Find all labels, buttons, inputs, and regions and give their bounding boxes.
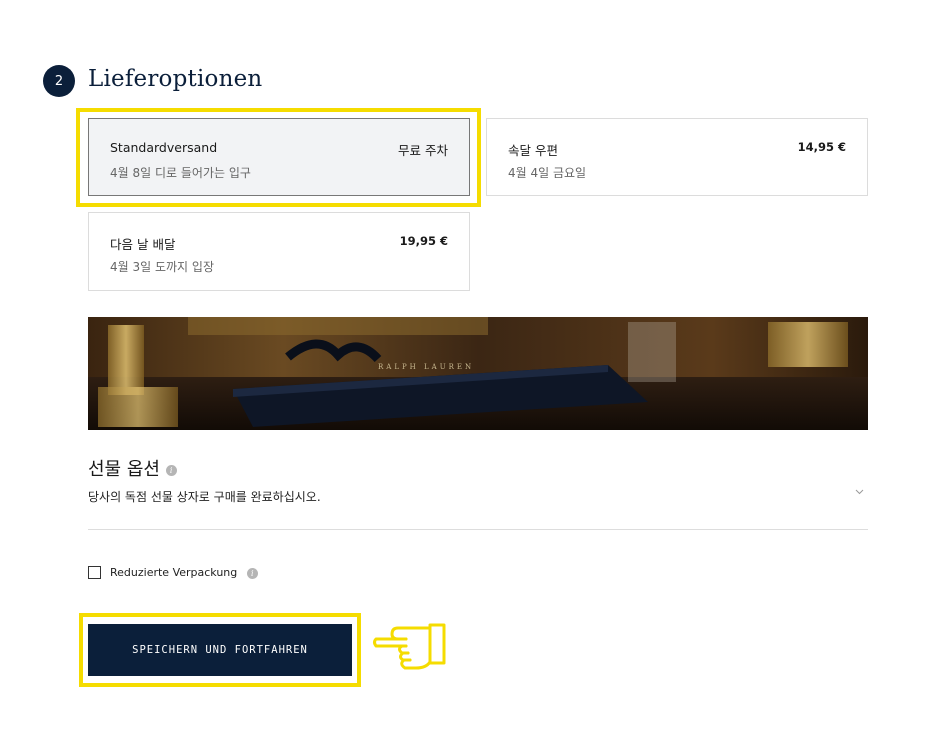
gift-options-title-text: 선물 옵션 xyxy=(88,459,160,480)
gift-options-description: 당사의 독점 선물 상자로 구매를 완료하십시오. xyxy=(88,490,321,504)
shipping-option-standard[interactable]: Standardversand 무료 주차 4월 8일 디로 들어가는 입구 xyxy=(88,118,470,196)
gift-box-banner-image: RALPH LAUREN xyxy=(88,317,868,430)
info-icon[interactable]: i xyxy=(246,567,258,579)
shipping-option-delivery-date: 4월 3일 도까지 입장 xyxy=(110,260,214,274)
shipping-option-delivery-date: 4월 4일 금요일 xyxy=(508,166,587,180)
chevron-down-icon-graphic xyxy=(855,489,864,495)
shipping-option-name: 속달 우편 xyxy=(508,143,558,158)
pointing-hand-icon xyxy=(372,622,448,678)
chevron-down-icon[interactable] xyxy=(855,484,864,498)
pointing-hand-graphic xyxy=(373,623,446,670)
reduced-packaging-label[interactable]: Reduzierte Verpackung i xyxy=(110,566,258,579)
section-title: Lieferoptionen xyxy=(88,66,263,92)
reduced-packaging-checkbox[interactable] xyxy=(88,566,101,579)
info-icon[interactable]: i xyxy=(165,464,177,476)
shipping-option-price: 무료 주차 xyxy=(398,143,448,158)
gift-box-illustration xyxy=(88,317,868,430)
shipping-option-express[interactable]: 속달 우편 14,95 € 4월 4일 금요일 xyxy=(486,118,868,196)
shipping-option-delivery-date: 4월 8일 디로 들어가는 입구 xyxy=(110,166,251,180)
save-and-continue-button[interactable]: SPEICHERN UND FORTFAHREN xyxy=(88,624,352,676)
shipping-option-price: 19,95 € xyxy=(399,234,448,248)
shipping-option-name: Standardversand xyxy=(110,140,218,155)
step-number-badge: 2 xyxy=(43,65,75,97)
shipping-option-next-day[interactable]: 다음 날 배달 19,95 € 4월 3일 도까지 입장 xyxy=(88,212,470,291)
shipping-option-price: 14,95 € xyxy=(797,140,846,154)
reduced-packaging-label-text: Reduzierte Verpackung xyxy=(110,566,238,579)
shipping-option-name: 다음 날 배달 xyxy=(110,237,176,252)
divider xyxy=(88,529,868,530)
banner-brand-text: RALPH LAUREN xyxy=(378,363,475,371)
gift-options-title: 선물 옵션 i xyxy=(88,455,177,481)
